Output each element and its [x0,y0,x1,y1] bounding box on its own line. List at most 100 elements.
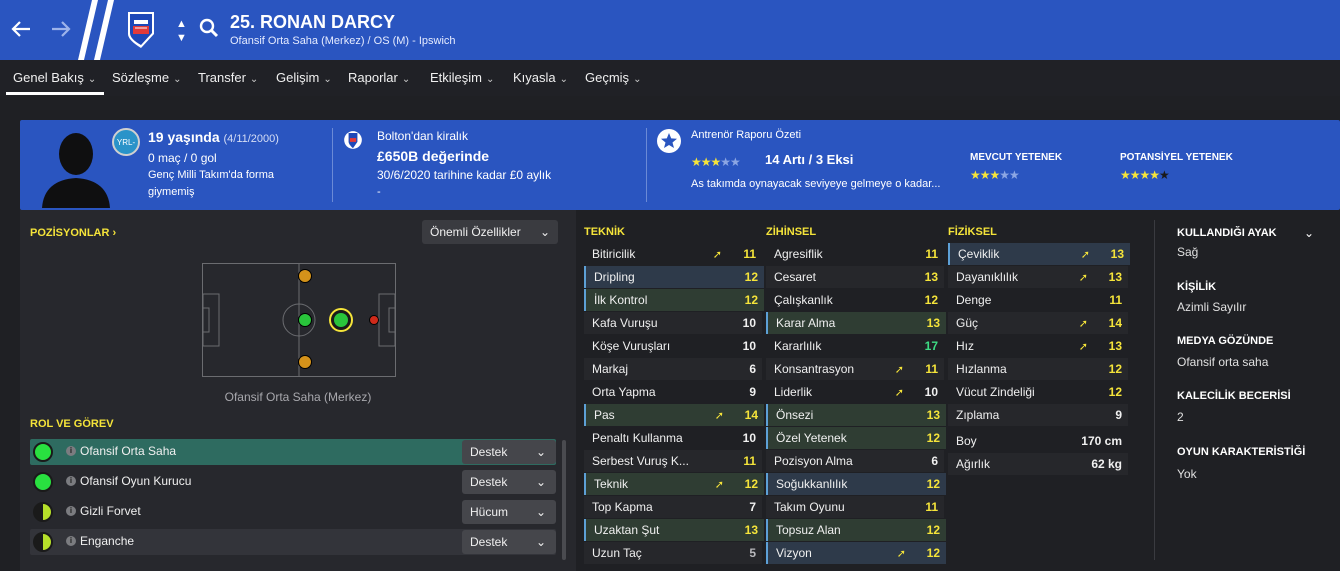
attribute-name: Serbest Vuruş K... [592,454,689,468]
menu-overview[interactable]: Genel Bakış ⌄ [13,70,96,85]
menu-reports[interactable]: Raporlar ⌄ [348,70,410,85]
role-row[interactable]: i Ofansif Orta Saha Destek ⌄ [30,439,556,465]
duty-dropdown[interactable]: Destek ⌄ [462,530,556,554]
attribute-row[interactable]: Uzaktan Şut 13 [584,519,764,541]
bolton-crest-icon[interactable] [343,128,363,152]
attribute-row[interactable]: Kafa Vuruşu 10 [584,312,762,334]
attribute-value: 11 [743,247,756,261]
attribute-value: 17 [924,339,938,353]
attribute-row[interactable]: Top Kapma 7 [584,496,762,518]
attribute-value: 9 [749,385,756,399]
attribute-row[interactable]: Ağırlık 62 kg [948,453,1128,475]
key-attributes-dropdown[interactable]: Önemli Özellikler ⌄ [422,220,558,244]
attribute-row[interactable]: Cesaret 13 [766,266,944,288]
attribute-value: 12 [744,477,758,491]
position-dot-am-left [298,269,312,283]
roles-title: ROL VE GÖREV [30,418,114,430]
positions-title[interactable]: POZİSYONLAR › [30,227,116,239]
player-position-club[interactable]: Ofansif Orta Saha (Merkez) / OS (M) - Ip… [230,35,456,47]
chevron-down-icon[interactable]: ▼ [176,32,187,44]
report-text[interactable]: As takımda oynayacak seviyeye gelmeye o … [691,178,940,190]
info-icon[interactable]: i [66,446,76,456]
info-icon[interactable]: i [66,476,76,486]
menu-transfer[interactable]: Transfer ⌄ [198,70,258,85]
club-crest-icon[interactable] [126,10,156,48]
role-row[interactable]: i Enganche Destek ⌄ [30,529,556,555]
menu-contract[interactable]: Sözleşme ⌄ [112,70,181,85]
attribute-row[interactable]: Çeviklik 13 ➚ [948,243,1130,265]
attribute-row[interactable]: Vizyon 12 ➚ [766,542,946,564]
attribute-name: İlk Kontrol [594,293,648,307]
attribute-name: Vizyon [776,546,812,560]
attribute-row[interactable]: Takım Oyunu 11 [766,496,944,518]
header-bar: ▲ ▼ 25. RONAN DARCY Ofansif Orta Saha (M… [0,0,1340,60]
menu-history[interactable]: Geçmiş ⌄ [585,70,641,85]
chevron-up-icon[interactable]: ▲ [176,18,187,30]
attribute-value: 11 [925,500,938,514]
attribute-value: 10 [924,385,938,399]
forward-arrow-icon[interactable] [46,14,76,44]
duty-dropdown[interactable]: Hücum ⌄ [462,500,556,524]
back-arrow-icon[interactable] [6,14,36,44]
attribute-row[interactable]: İlk Kontrol 12 [584,289,764,311]
role-row[interactable]: i Gizli Forvet Hücum ⌄ [30,499,556,525]
attribute-row[interactable]: Pozisyon Alma 6 [766,450,944,472]
role-suitability-icon [33,472,53,492]
progress-arrow-icon: ➚ [714,410,724,422]
attribute-name: Önsezi [776,408,814,422]
attribute-row[interactable]: Orta Yapma 9 [584,381,762,403]
attribute-row[interactable]: Hız 13 ➚ [948,335,1128,357]
attribute-row[interactable]: Zıplama 9 [948,404,1128,426]
search-icon[interactable] [199,18,219,43]
attribute-row[interactable]: Agresiflik 11 [766,243,944,265]
attribute-row[interactable]: Serbest Vuruş K... 11 [584,450,762,472]
attribute-value: 12 [924,293,938,307]
attribute-row[interactable]: Denge 11 [948,289,1128,311]
attribute-row[interactable]: Hızlanma 12 [948,358,1128,380]
progress-arrow-icon: ➚ [1078,272,1088,284]
role-row[interactable]: i Ofansif Oyun Kurucu Destek ⌄ [30,469,556,495]
attribute-name: Pas [594,408,615,422]
attribute-row[interactable]: Penaltı Kullanma 10 [584,427,762,449]
info-icon[interactable]: i [66,536,76,546]
duty-dropdown[interactable]: Destek ⌄ [462,440,556,464]
attribute-name: Özel Yetenek [776,431,847,445]
attribute-row[interactable]: Markaj 6 [584,358,762,380]
role-name: Ofansif Oyun Kurucu [80,474,192,488]
duty-dropdown[interactable]: Destek ⌄ [462,470,556,494]
attribute-value: 170 cm [1081,434,1122,448]
loan-status[interactable]: Bolton'dan kiralık [377,129,468,143]
attribute-row[interactable]: Pas 14 ➚ [584,404,764,426]
attribute-row[interactable]: Soğukkanlılık 12 [766,473,946,495]
attribute-value: 62 kg [1091,457,1122,471]
menu-interaction[interactable]: Etkileşim ⌄ [430,70,494,85]
attribute-row[interactable]: Vücut Zindeliği 12 [948,381,1128,403]
attribute-value: 11 [743,454,756,468]
attribute-row[interactable]: Bitiricilik 11 ➚ [584,243,762,265]
attribute-row[interactable]: Güç 14 ➚ [948,312,1128,334]
roles-scrollbar[interactable] [562,440,566,560]
info-icon[interactable]: i [66,506,76,516]
attribute-row[interactable]: Köşe Vuruşları 10 [584,335,762,357]
attribute-row[interactable]: Kararlılık 17 [766,335,944,357]
attribute-row[interactable]: Boy 170 cm [948,430,1128,452]
attribute-row[interactable]: Özel Yetenek 12 [766,427,946,449]
attribute-row[interactable]: Uzun Taç 5 [584,542,762,564]
attribute-row[interactable]: Teknik 12 ➚ [584,473,764,495]
attribute-name: Dripling [594,270,635,284]
attribute-row[interactable]: Konsantrasyon 11 ➚ [766,358,944,380]
attribute-row[interactable]: Çalışkanlık 12 [766,289,944,311]
attribute-row[interactable]: Dripling 12 [584,266,764,288]
player-value: £650B değerinde [377,148,490,164]
attribute-value: 6 [749,362,756,376]
chevron-down-icon[interactable]: ⌄ [1304,226,1314,240]
attribute-row[interactable]: Topsuz Alan 12 [766,519,946,541]
attribute-row[interactable]: Dayanıklılık 13 ➚ [948,266,1128,288]
role-suitability-icon [33,502,53,522]
attribute-row[interactable]: Karar Alma 13 [766,312,946,334]
menu-development[interactable]: Gelişim ⌄ [276,70,332,85]
attribute-row[interactable]: Önsezi 13 [766,404,946,426]
menu-compare[interactable]: Kıyasla ⌄ [513,70,568,85]
attribute-row[interactable]: Liderlik 10 ➚ [766,381,944,403]
attribute-value: 10 [742,316,756,330]
